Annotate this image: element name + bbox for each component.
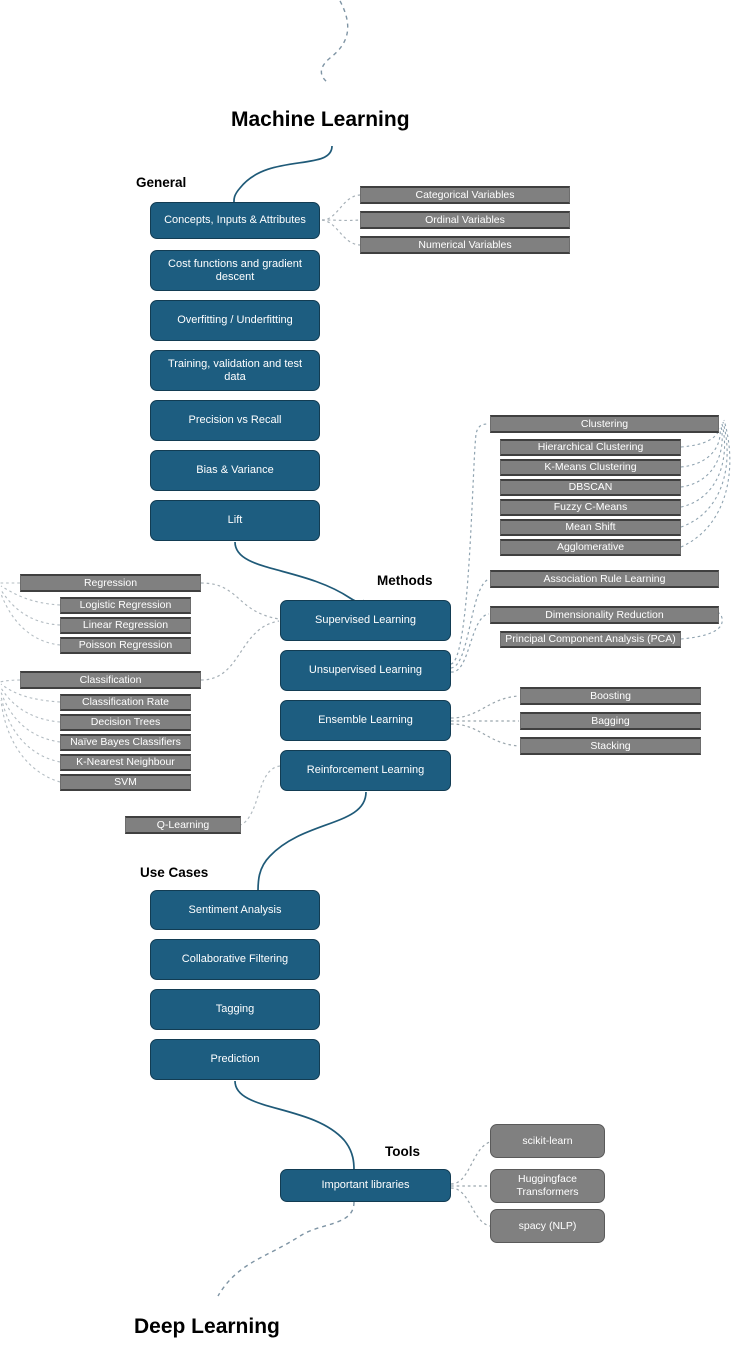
node-unsupervised-learning[interactable]: Unsupervised Learning [280,650,451,691]
node-dbscan[interactable]: DBSCAN [500,479,681,496]
edge-regression-child-2 [0,593,61,646]
node-collaborative-filtering[interactable]: Collaborative Filtering [150,939,320,980]
node-association-rule-learning[interactable]: Association Rule Learning [490,570,719,588]
section-label-tools: Tools [385,1144,420,1159]
edge-ensemble-to-stacking [450,723,520,747]
edge-clustering-child-3 [680,423,726,508]
node-boosting[interactable]: Boosting [520,687,701,705]
edge-clustering-child-1 [680,427,721,468]
edge-tools-to-spacy [450,1187,491,1227]
node-logistic-regression[interactable]: Logistic Regression [60,597,191,614]
node-fuzzy-c-means[interactable]: Fuzzy C-Means [500,499,681,516]
node-spacy-nlp[interactable]: spacy (NLP) [490,1209,605,1243]
node-sentiment-analysis[interactable]: Sentiment Analysis [150,890,320,930]
mindmap-canvas: Machine Learning Deep Learning General M… [0,0,742,1359]
node-numerical-variables[interactable]: Numerical Variables [360,236,570,254]
node-q-learning[interactable]: Q-Learning [125,816,241,834]
node-concepts-inputs-attributes[interactable]: Concepts, Inputs & Attributes [150,202,320,239]
title-machine-learning: Machine Learning [231,108,410,131]
edge-classification-to-supervised [200,620,280,681]
edge-regression-to-supervised [200,582,280,620]
edge-title-to-general [233,145,333,205]
node-naive-bayes-classifiers[interactable]: Naïve Bayes Classifiers [60,734,191,751]
node-svm[interactable]: SVM [60,774,191,791]
node-prediction[interactable]: Prediction [150,1039,320,1080]
section-label-general: General [136,175,187,190]
title-deep-learning: Deep Learning [134,1315,280,1338]
node-tagging[interactable]: Tagging [150,989,320,1030]
edge-classification-child-1 [0,687,61,723]
node-poisson-regression[interactable]: Poisson Regression [60,637,191,654]
edge-ensemble-to-boosting [450,695,520,719]
node-supervised-learning[interactable]: Supervised Learning [280,600,451,641]
edge-unsupervised-to-dimred [450,613,490,673]
edge-concepts-categorical [321,194,361,221]
node-ordinal-variables[interactable]: Ordinal Variables [360,211,570,229]
node-clustering[interactable]: Clustering [490,415,719,433]
node-classification-rate[interactable]: Classification Rate [60,694,191,711]
node-mean-shift[interactable]: Mean Shift [500,519,681,536]
node-lift[interactable]: Lift [150,500,320,541]
node-huggingface-transformers[interactable]: Huggingface Transformers [490,1169,605,1203]
edge-top-dashed [320,0,349,83]
node-scikit-learn[interactable]: scikit-learn [490,1124,605,1158]
edge-tools-to-scikit [450,1141,491,1185]
edge-classification-parent-left [0,679,21,683]
node-cost-functions-gradient-descent[interactable]: Cost functions and gradient descent [150,250,320,291]
node-k-nearest-neighbour[interactable]: K-Nearest Neighbour [60,754,191,771]
edge-regression-child-1 [0,589,61,626]
edge-unsupervised-to-clustering [450,423,490,665]
node-training-validation-test-data[interactable]: Training, validation and test data [150,350,320,391]
node-classification[interactable]: Classification [20,671,201,689]
node-bagging[interactable]: Bagging [520,712,701,730]
node-regression[interactable]: Regression [20,574,201,592]
node-important-libraries[interactable]: Important libraries [280,1169,451,1202]
node-agglomerative[interactable]: Agglomerative [500,539,681,556]
node-reinforcement-learning[interactable]: Reinforcement Learning [280,750,451,791]
section-label-use-cases: Use Cases [140,865,209,880]
edge-classification-child-2 [0,691,61,743]
node-principal-component-analysis[interactable]: Principal Component Analysis (PCA) [500,631,681,648]
edge-unsupervised-to-arl [450,578,490,669]
edge-concepts-numerical [321,219,361,246]
edge-classification-child-4 [0,699,61,783]
node-ensemble-learning[interactable]: Ensemble Learning [280,700,451,741]
node-overfitting-underfitting[interactable]: Overfitting / Underfitting [150,300,320,341]
edge-clustering-child-5 [680,419,731,548]
edge-classification-child-3 [0,695,61,763]
node-decision-trees[interactable]: Decision Trees [60,714,191,731]
edge-methods-to-usecases [257,791,367,893]
node-hierarchical-clustering[interactable]: Hierarchical Clustering [500,439,681,456]
node-bias-variance[interactable]: Bias & Variance [150,450,320,491]
edge-reinforcement-to-qlearning [239,765,281,826]
node-categorical-variables[interactable]: Categorical Variables [360,186,570,204]
node-linear-regression[interactable]: Linear Regression [60,617,191,634]
edge-usecases-to-tools [234,1080,355,1171]
node-stacking[interactable]: Stacking [520,737,701,755]
node-precision-vs-recall[interactable]: Precision vs Recall [150,400,320,441]
edge-clustering-child-2 [680,425,723,488]
edge-clustering-child-4 [680,421,728,528]
edge-bottom-dashed [217,1201,355,1297]
edge-general-to-methods [234,541,365,603]
node-dimensionality-reduction[interactable]: Dimensionality Reduction [490,606,719,624]
section-label-methods: Methods [377,573,433,588]
node-k-means-clustering[interactable]: K-Means Clustering [500,459,681,476]
